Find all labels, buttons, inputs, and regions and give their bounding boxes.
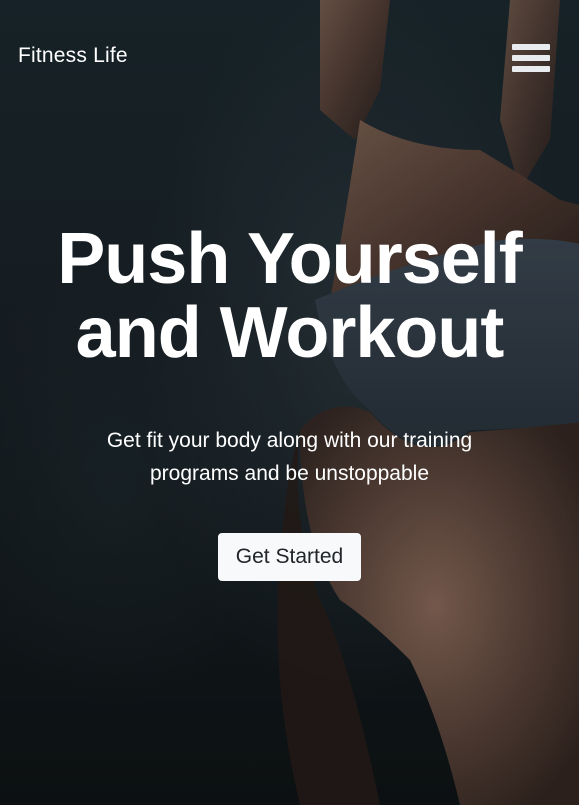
headline-line-1: Push Yourself	[57, 219, 522, 299]
subtext-line-1: Get fit your body along with our trainin…	[106, 429, 473, 452]
brand-logo[interactable]: Fitness Life	[18, 44, 128, 68]
hero-headline: Push Yourself and Workout	[0, 222, 579, 370]
headline-line-2: and Workout	[75, 293, 505, 373]
hero-section: Fitness Life Push Yourself and Workout G…	[0, 0, 579, 805]
hero-subtext: Get fit your body along with our trainin…	[80, 424, 499, 490]
menu-bar-bottom	[512, 66, 550, 72]
menu-bar-middle	[512, 55, 550, 61]
get-started-button[interactable]: Get Started	[218, 533, 361, 581]
hero-dark-overlay	[0, 0, 579, 805]
menu-bar-top	[512, 44, 550, 50]
subtext-line-2: programs and be unstoppable	[149, 462, 430, 485]
hamburger-menu-icon[interactable]	[512, 44, 550, 78]
